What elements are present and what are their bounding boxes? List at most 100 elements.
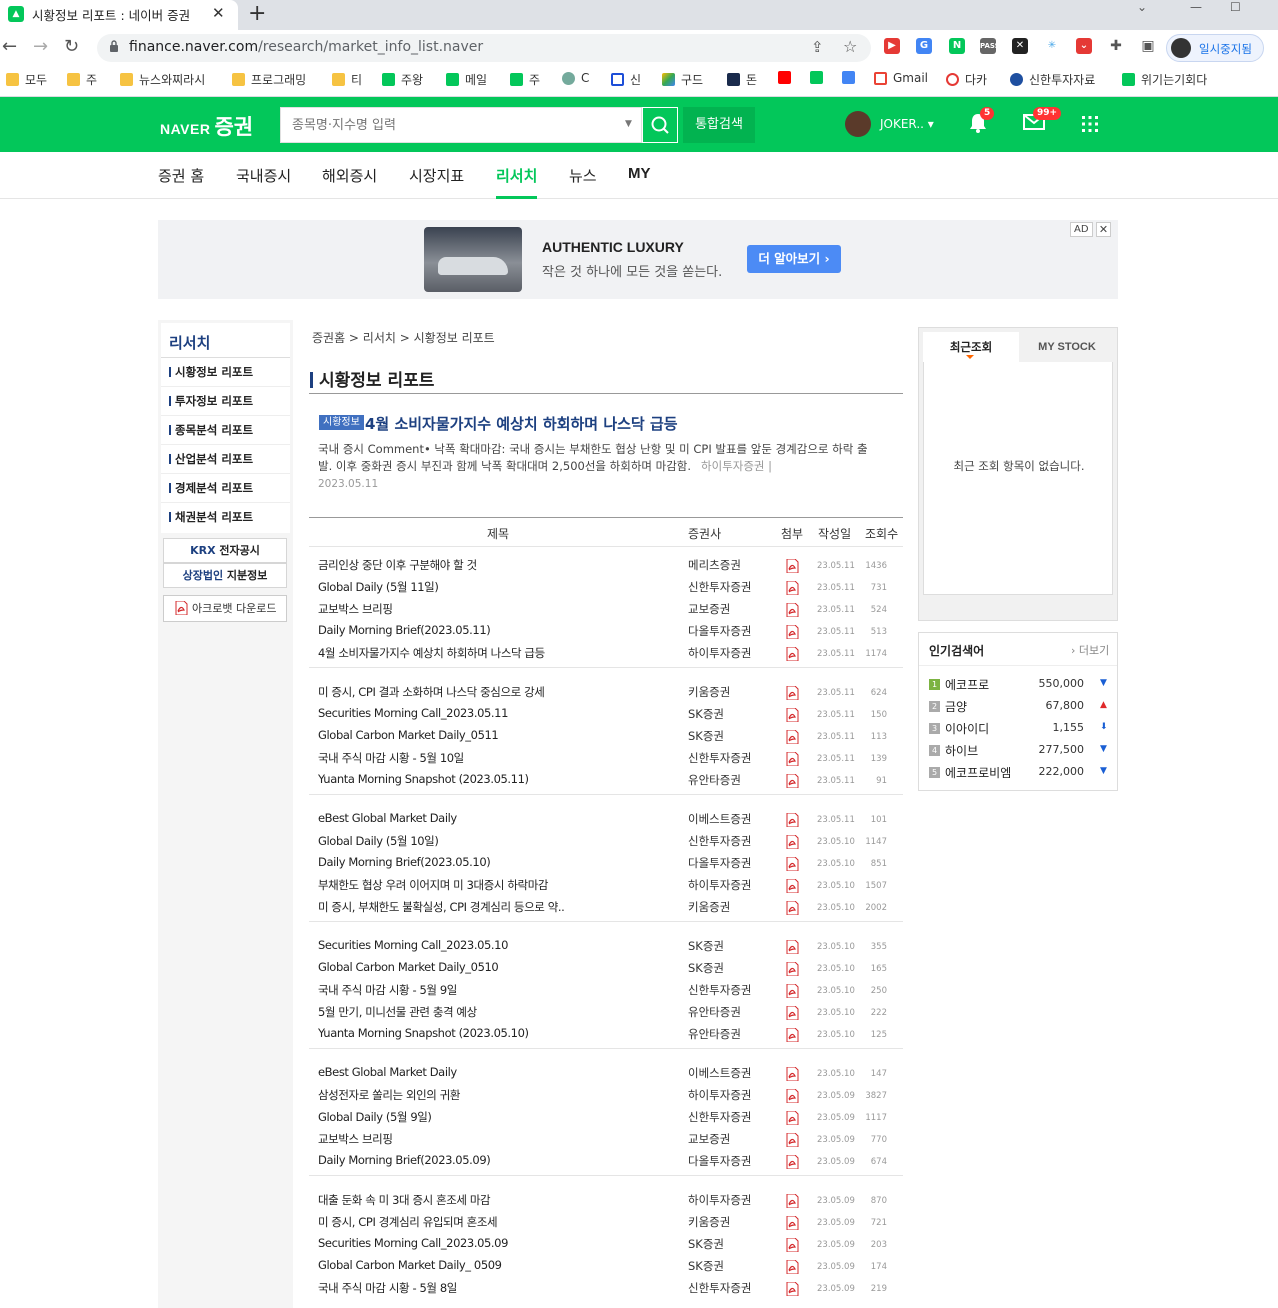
pdf-icon[interactable]	[786, 856, 799, 872]
bookmark-item[interactable]: 신	[611, 71, 641, 88]
profile-button[interactable]: 일시중지됨	[1166, 34, 1264, 62]
bookmark-item[interactable]	[810, 71, 823, 84]
maximize-icon[interactable]: ☐	[1230, 0, 1241, 14]
naver-stock-logo[interactable]: NAVER 증권	[160, 111, 253, 141]
bookmark-item[interactable]: 모두	[6, 71, 47, 88]
total-search-button[interactable]: 통합검색	[683, 107, 755, 143]
ad-banner[interactable]: AUTHENTIC LUXURY 작은 것 하나에 모든 것을 쏟는다. 더 알…	[158, 220, 1118, 299]
browser-tab[interactable]: ▲ 시황정보 리포트 : 네이버 증권 ✕	[0, 0, 238, 30]
extension-pass-icon[interactable]: PASS	[980, 38, 1000, 54]
report-title-link[interactable]: 금리인상 중단 이후 구분해야 할 것	[318, 557, 477, 573]
report-title-link[interactable]: 미 증시, CPI 결과 소화하며 나스닥 중심으로 강세	[318, 684, 545, 700]
report-title-link[interactable]: Global Daily (5월 9일)	[318, 1109, 432, 1125]
bookmark-star-icon[interactable]: ☆	[843, 37, 857, 56]
apps-grid-button[interactable]	[1081, 115, 1099, 137]
ad-close-icon[interactable]: ✕	[1096, 222, 1111, 237]
lnb-invest-info-report[interactable]: 투자정보 리포트	[169, 393, 253, 409]
bookmark-item[interactable]: 위기는기회다	[1122, 71, 1207, 88]
pdf-icon[interactable]	[786, 983, 799, 999]
extension-video-icon[interactable]: ▶	[884, 38, 900, 54]
search-dropdown-icon[interactable]: ▼	[625, 119, 632, 129]
report-title-link[interactable]: 4월 소비자물가지수 예상치 하회하며 나스닥 급등	[318, 645, 545, 661]
bookmark-item[interactable]: Gmail	[874, 71, 928, 85]
report-title-link[interactable]: eBest Global Market Daily	[318, 811, 457, 825]
acrobat-download-button[interactable]: 아크로뱃 다운로드	[163, 595, 287, 622]
extensions-puzzle-icon[interactable]: ✚	[1108, 38, 1124, 54]
mail-button[interactable]: 99+	[1023, 107, 1062, 136]
omnibox[interactable]: finance.naver.com/research/market_info_l…	[97, 34, 871, 62]
bookmark-item[interactable]: 메일	[446, 71, 487, 88]
lnb-industry-report[interactable]: 산업분석 리포트	[169, 451, 253, 467]
report-title-link[interactable]: Global Carbon Market Daily_0511	[318, 728, 499, 742]
pdf-icon[interactable]	[786, 812, 799, 828]
report-title-link[interactable]: Securities Morning Call_2023.05.11	[318, 706, 508, 720]
pdf-icon[interactable]	[786, 1237, 799, 1253]
pdf-icon[interactable]	[786, 900, 799, 916]
gnb-market-index[interactable]: 시장지표	[409, 165, 464, 186]
report-title-link[interactable]: Daily Morning Brief(2023.05.10)	[318, 855, 491, 869]
extension-translate-icon[interactable]: G	[916, 38, 932, 54]
report-title-link[interactable]: 미 증시, CPI 경계심리 유입되며 혼조세	[318, 1214, 498, 1230]
ad-tag[interactable]: AD	[1070, 222, 1093, 237]
pdf-icon[interactable]	[786, 1154, 799, 1170]
pdf-icon[interactable]	[786, 707, 799, 723]
report-title-link[interactable]: 교보박스 브리핑	[318, 1131, 393, 1147]
report-title-link[interactable]: Global Daily (5월 11일)	[318, 579, 439, 595]
side-panel-icon[interactable]: ▣	[1140, 38, 1156, 54]
bookmark-item[interactable]: 다카	[946, 71, 987, 88]
pdf-icon[interactable]	[786, 1027, 799, 1043]
minimize-icon[interactable]: —	[1190, 0, 1202, 14]
search-button[interactable]	[642, 107, 678, 143]
gnb-news[interactable]: 뉴스	[569, 165, 597, 186]
pdf-icon[interactable]	[786, 1281, 799, 1297]
report-title-link[interactable]: 삼성전자로 쏠리는 외인의 귀환	[318, 1087, 461, 1103]
gnb-domestic[interactable]: 국내증시	[236, 165, 291, 186]
report-title-link[interactable]: Daily Morning Brief(2023.05.09)	[318, 1153, 491, 1167]
notification-button[interactable]: 5	[968, 107, 995, 138]
bookmark-item[interactable]: 신한투자자료	[1010, 71, 1095, 88]
pdf-icon[interactable]	[786, 1132, 799, 1148]
report-title-link[interactable]: eBest Global Market Daily	[318, 1065, 457, 1079]
gnb-overseas[interactable]: 해외증시	[322, 165, 377, 186]
report-title-link[interactable]: 부채한도 협상 우려 이어지며 미 3대증시 하락마감	[318, 877, 548, 893]
extension-sparkle-icon[interactable]: ✳	[1044, 38, 1060, 54]
featured-report-title[interactable]: 4월 소비자물가지수 예상치 하회하며 나스닥 급등	[365, 413, 678, 434]
lnb-bond-report[interactable]: 채권분석 리포트	[169, 509, 253, 525]
ad-learn-more-button[interactable]: 더 알아보기 ›	[747, 245, 841, 273]
report-title-link[interactable]: 교보박스 브리핑	[318, 601, 393, 617]
bookmark-item[interactable]: C	[562, 71, 589, 85]
pdf-icon[interactable]	[786, 624, 799, 640]
report-title-link[interactable]: Yuanta Morning Snapshot (2023.05.11)	[318, 772, 529, 786]
pdf-icon[interactable]	[786, 558, 799, 574]
pdf-icon[interactable]	[786, 646, 799, 662]
popular-stock-name[interactable]: 이아이디	[945, 720, 989, 737]
report-title-link[interactable]: Global Carbon Market Daily_ 0509	[318, 1258, 502, 1272]
reload-icon[interactable]: ↻	[64, 36, 79, 57]
pdf-icon[interactable]	[786, 878, 799, 894]
report-title-link[interactable]: 국내 주식 마감 시황 - 5월 8일	[318, 1280, 457, 1296]
report-title-link[interactable]: Daily Morning Brief(2023.05.11)	[318, 623, 491, 637]
pdf-icon[interactable]	[786, 602, 799, 618]
bookmark-item[interactable]: 주	[510, 71, 540, 88]
report-title-link[interactable]: 국내 주식 마감 시황 - 5월 10일	[318, 750, 464, 766]
lnb-company-report[interactable]: 종목분석 리포트	[169, 422, 253, 438]
bookmark-item[interactable]: 주왕	[382, 71, 423, 88]
lnb-market-info-report[interactable]: 시황정보 리포트	[169, 364, 253, 380]
bookmark-item[interactable]: 뉴스와찌라시	[120, 71, 205, 88]
extension-pocket-icon[interactable]: ⌄	[1076, 38, 1092, 54]
pdf-icon[interactable]	[786, 1215, 799, 1231]
gnb-my[interactable]: MY	[628, 165, 651, 182]
pdf-icon[interactable]	[786, 1193, 799, 1209]
tab-search-icon[interactable]: ⌄	[1137, 0, 1147, 14]
popular-more-link[interactable]: › 더보기	[1071, 642, 1109, 658]
pdf-icon[interactable]	[786, 751, 799, 767]
pdf-icon[interactable]	[786, 1259, 799, 1275]
share-icon[interactable]: ⇪	[811, 38, 824, 56]
popular-stock-name[interactable]: 에코프로비엠	[945, 764, 1011, 781]
pdf-icon[interactable]	[786, 961, 799, 977]
report-title-link[interactable]: Global Daily (5월 10일)	[318, 833, 439, 849]
popular-stock-name[interactable]: 금양	[945, 698, 967, 715]
listed-equity-link[interactable]: 상장법인 지분정보	[163, 563, 287, 588]
report-title-link[interactable]: 미 증시, 부채한도 불확실성, CPI 경계심리 등으로 약..	[318, 899, 565, 915]
extension-dark-icon[interactable]: ✕	[1012, 38, 1028, 54]
